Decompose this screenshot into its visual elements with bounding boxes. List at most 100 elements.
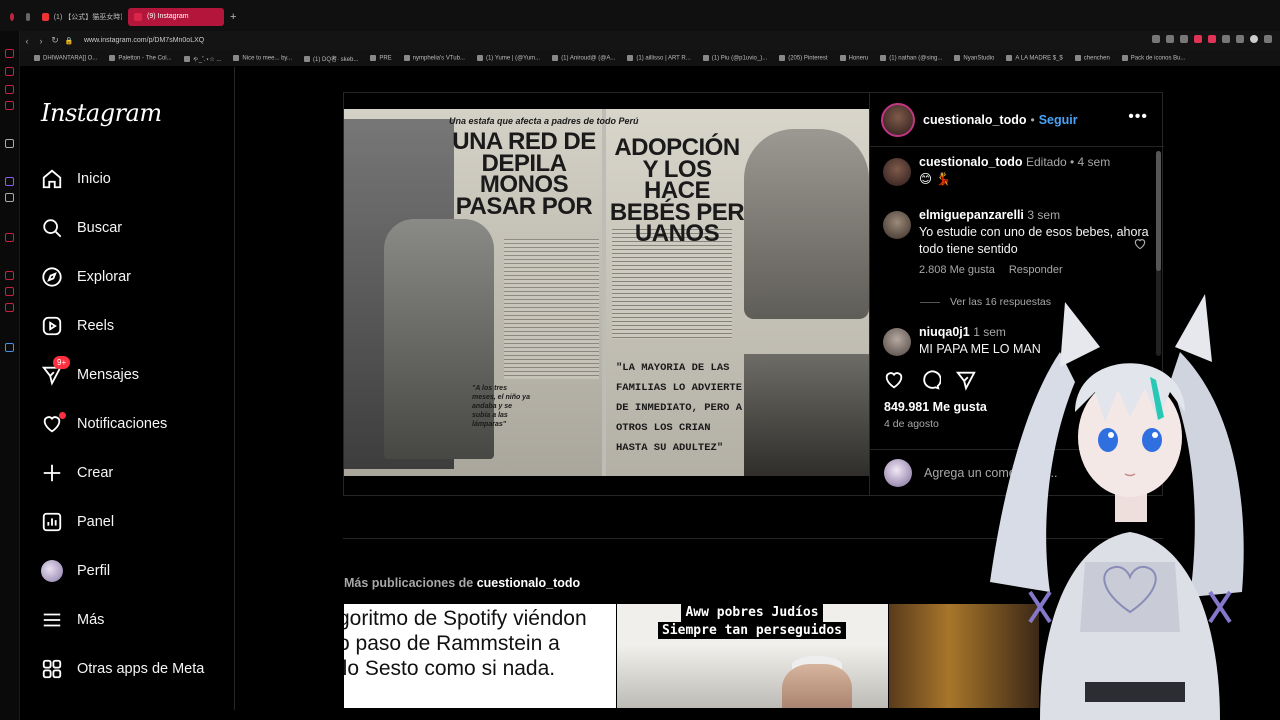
more-post-thumbnail[interactable] xyxy=(889,604,1039,708)
panel-icon[interactable] xyxy=(5,49,14,58)
bookmark-item[interactable]: A LA MADRE $_$ xyxy=(1006,54,1063,61)
separator-dot: • xyxy=(1030,112,1035,127)
follow-button[interactable]: Seguir xyxy=(1039,113,1078,127)
panel-icon[interactable] xyxy=(5,271,14,280)
scrollbar-thumb[interactable] xyxy=(1156,151,1161,271)
bookmark-item[interactable]: (1) Piu (@p1uvio_)... xyxy=(702,54,767,61)
nav-inicio[interactable]: Inicio xyxy=(41,164,111,194)
nav-crear[interactable]: Crear xyxy=(41,458,113,488)
tab-youtube[interactable]: (1) 【公式】猫巫女時計 fu xyxy=(36,8,128,26)
panel-icon[interactable] xyxy=(5,85,14,94)
bookmark-favicon-icon xyxy=(370,54,377,61)
author-avatar[interactable] xyxy=(881,102,915,137)
bookmark-item[interactable]: (1) nathan (@sing... xyxy=(880,54,942,61)
panel-icon[interactable] xyxy=(5,139,14,148)
nav-panel[interactable]: Panel xyxy=(41,507,114,537)
panel-icon[interactable] xyxy=(5,67,14,76)
bookmark-icon[interactable] xyxy=(1166,35,1174,43)
nav-reels[interactable]: Reels xyxy=(41,311,114,341)
bookmark-item[interactable]: DHIWANTARA]] O... xyxy=(34,54,97,61)
profile-icon[interactable] xyxy=(1250,35,1258,43)
comment-avatar[interactable] xyxy=(883,328,911,356)
avatar-belt xyxy=(1085,682,1185,702)
panel-icon[interactable] xyxy=(5,101,14,110)
bookmark-favicon-icon xyxy=(1121,54,1128,61)
nav-buscar[interactable]: Buscar xyxy=(41,213,122,243)
download-icon[interactable] xyxy=(1236,35,1244,43)
bookmark-item[interactable]: NyanStudio xyxy=(954,54,994,61)
zoom-icon[interactable] xyxy=(1152,35,1160,43)
lock-icon: 🔒 xyxy=(64,37,74,45)
comment-username[interactable]: niuqa0j1 xyxy=(919,325,970,339)
instagram-logo[interactable]: Instagram xyxy=(41,99,162,127)
bookmark-item[interactable]: Paletton - The Col... xyxy=(109,54,172,61)
comment-input[interactable] xyxy=(924,465,1124,480)
bookmark-item[interactable]: (205) Pinterest xyxy=(779,54,828,61)
hamburger-icon xyxy=(43,613,61,627)
extension-icon[interactable] xyxy=(1222,35,1230,43)
more-post-thumbnail[interactable]: goritmo de Spotify viéndon o paso de Ram… xyxy=(344,604,616,708)
nav-explorar[interactable]: Explorar xyxy=(41,262,131,292)
extension-icon[interactable] xyxy=(1194,35,1202,43)
bookmark-item[interactable]: Pack de iconos Bu... xyxy=(1121,54,1186,61)
nav-mensajes[interactable]: 9+ Mensajes xyxy=(41,356,139,390)
view-replies-button[interactable]: Ver las 16 respuestas xyxy=(920,296,1051,308)
panel-icon[interactable] xyxy=(5,233,14,242)
back-icon[interactable]: ‹ xyxy=(20,36,34,46)
nav-otras-apps[interactable]: Otras apps de Meta xyxy=(41,654,204,684)
more-options-icon[interactable]: ••• xyxy=(1128,108,1148,126)
comments-scrollbar[interactable] xyxy=(1156,151,1161,356)
sidebar-toggle-icon[interactable] xyxy=(4,8,20,26)
panel-icon[interactable] xyxy=(5,343,14,352)
author-username[interactable]: cuestionalo_todo xyxy=(923,113,1026,127)
more-posts-heading: Más publicaciones de cuestionalo_todo xyxy=(344,576,581,590)
bookmark-favicon-icon xyxy=(954,54,961,61)
comment-likes[interactable]: 2.808 Me gusta xyxy=(919,264,995,276)
bookmark-item[interactable]: (1) aillisso | ART R... xyxy=(627,54,691,61)
panel-icon[interactable] xyxy=(5,287,14,296)
thumbnail-caption: Aww pobres Judíos Siempre tan perseguido… xyxy=(657,604,847,640)
like-heart-icon[interactable] xyxy=(883,369,905,391)
like-count[interactable]: 849.981 Me gusta xyxy=(884,400,987,414)
more-post-thumbnail[interactable]: Aww pobres Judíos Siempre tan perseguido… xyxy=(617,604,888,708)
tab-instagram[interactable]: (9) Instagram xyxy=(128,7,224,26)
panel-icon[interactable] xyxy=(5,193,14,202)
bookmark-item[interactable]: (1) Yume | (@Yum... xyxy=(476,54,540,61)
new-tab-button[interactable]: + xyxy=(224,8,242,26)
share-icon[interactable] xyxy=(955,369,977,391)
bookmark-item[interactable]: ゃ_˚.⋆☆ ... xyxy=(183,54,221,63)
extension-icon[interactable] xyxy=(1180,35,1188,43)
post-image[interactable]: Una estafa que afecta a padres de todo P… xyxy=(344,109,869,476)
photo-monkey xyxy=(744,129,869,319)
nav-mas[interactable]: Más xyxy=(41,605,104,635)
heart-icon[interactable] xyxy=(1208,35,1216,43)
panel-icon[interactable] xyxy=(5,303,14,312)
nav-notificaciones[interactable]: Notificaciones xyxy=(41,409,167,439)
more-posts-username[interactable]: cuestionalo_todo xyxy=(477,576,580,590)
bookmark-item[interactable]: Honeru xyxy=(839,54,868,61)
bookmark-favicon-icon xyxy=(303,55,310,62)
bookmark-item[interactable]: chenchen xyxy=(1074,54,1110,61)
comment-bubble-icon[interactable] xyxy=(919,369,941,391)
bookmark-item[interactable]: Nice to mee... by... xyxy=(233,54,292,61)
menu-icon[interactable] xyxy=(1264,35,1272,43)
tab-workspaces-icon[interactable] xyxy=(20,8,36,26)
bookmark-item[interactable]: (1) DQ者· skeb... xyxy=(303,54,358,63)
reload-icon[interactable]: ↻ xyxy=(48,35,62,46)
comment-avatar[interactable] xyxy=(883,158,911,186)
bookmark-item[interactable]: nymphelia's VTub... xyxy=(403,54,465,61)
bookmark-item[interactable]: (1) Aniroud@ (@A... xyxy=(552,54,615,61)
comment-item: cuestionalo_todo Editado • 4 sem 😊 💃 xyxy=(883,154,1153,188)
panel-icon[interactable] xyxy=(5,177,14,186)
comment-like-icon[interactable] xyxy=(1133,237,1147,251)
nav-perfil[interactable]: Perfil xyxy=(41,556,110,586)
messages-badge: 9+ xyxy=(53,356,71,369)
address-bar: ‹ › ↻ 🔒 www.instagram.com/p/DM7sMn0oLXQ xyxy=(20,31,1280,50)
reply-button[interactable]: Responder xyxy=(1009,264,1063,276)
bookmark-item[interactable]: PRE xyxy=(370,54,392,61)
comment-username[interactable]: elmiguepanzarelli xyxy=(919,208,1024,222)
url-text[interactable]: www.instagram.com/p/DM7sMn0oLXQ xyxy=(84,37,204,44)
comment-username[interactable]: cuestionalo_todo xyxy=(919,155,1022,169)
comment-avatar[interactable] xyxy=(883,211,911,239)
forward-icon[interactable]: › xyxy=(34,36,48,46)
